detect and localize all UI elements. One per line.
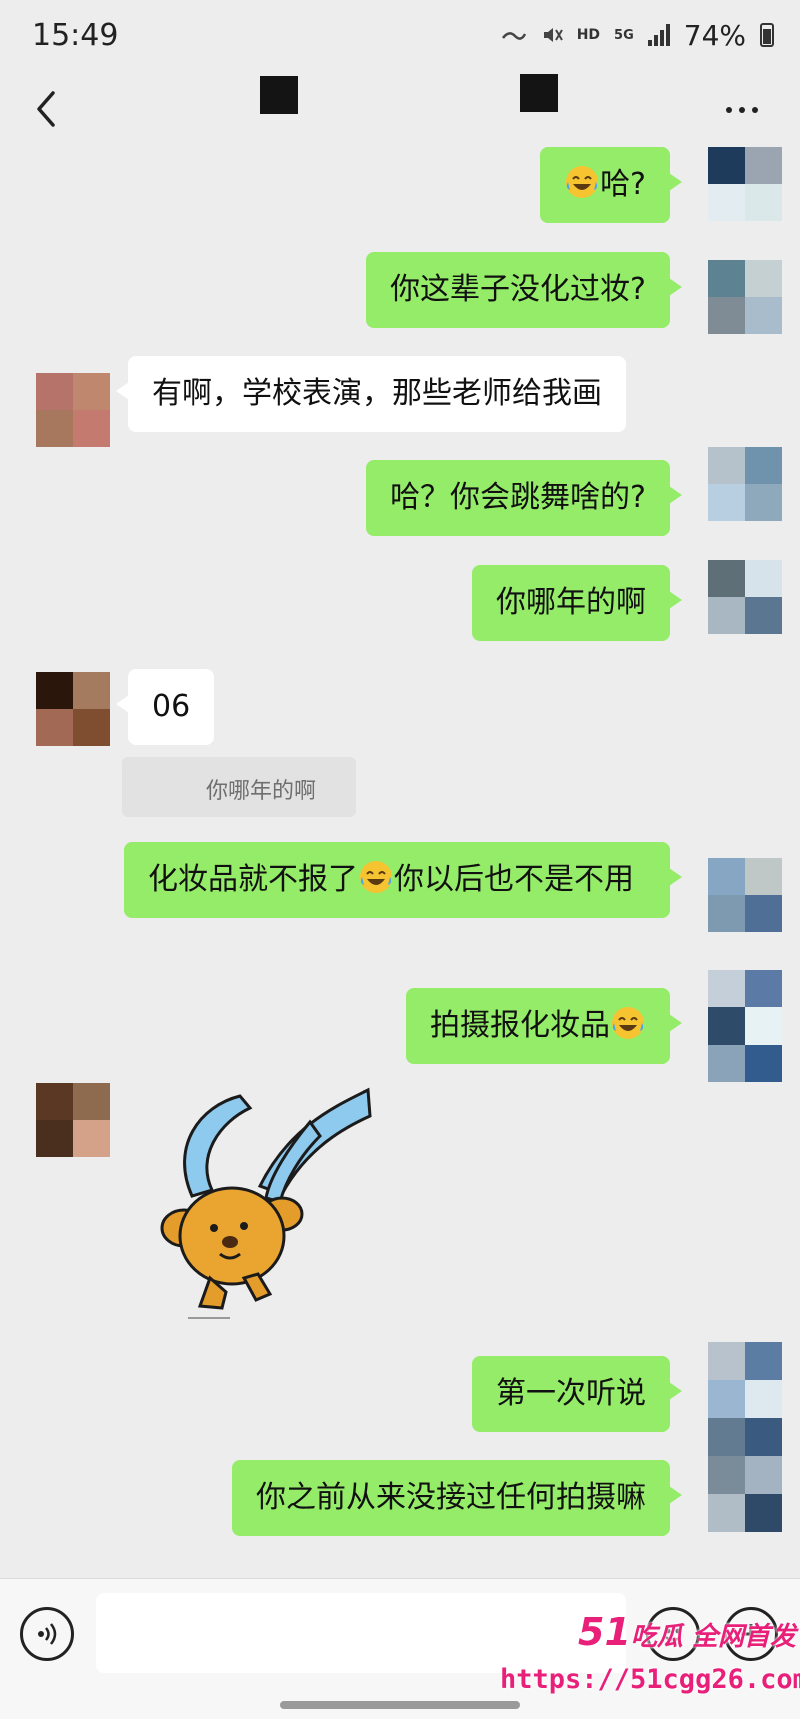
message-bubble-sent[interactable]: 你之前从来没接过任何拍摄嘛	[232, 1460, 682, 1536]
laugh-cry-emoji-icon	[612, 1007, 644, 1039]
my-avatar[interactable]	[708, 1342, 782, 1532]
message-text: 你哪年的啊	[496, 585, 646, 620]
voice-icon	[38, 1623, 57, 1645]
message-text-part: 你以后也不是不用	[394, 862, 634, 897]
redacted-title-block	[520, 74, 558, 112]
message-bubble-sent[interactable]: 你这辈子没化过妆?	[366, 252, 682, 328]
message-bubble-received[interactable]: 06	[115, 669, 215, 745]
my-avatar[interactable]	[708, 147, 782, 221]
contact-avatar[interactable]	[36, 672, 110, 746]
quoted-reply[interactable]: 你哪年的啊	[122, 757, 356, 817]
message-text: 哈?	[600, 167, 646, 202]
message-text: 拍摄报化妆品	[430, 1008, 610, 1043]
message-bubble-sent[interactable]: 拍摄报化妆品	[406, 988, 682, 1064]
redacted-title-block	[260, 76, 298, 114]
message-text: 你之前从来没接过任何拍摄嘛	[256, 1480, 646, 1515]
network-label: 5G	[614, 27, 634, 43]
message-text: 哈？你会跳舞啥的?	[390, 480, 646, 515]
more-dot-icon	[752, 107, 758, 113]
more-options-button[interactable]	[720, 90, 764, 130]
mute-icon	[543, 28, 563, 42]
watermark-url: https://51cgg26.com	[500, 1664, 800, 1695]
home-indicator[interactable]	[280, 1701, 520, 1709]
my-avatar[interactable]	[708, 970, 782, 1082]
dog-sticker[interactable]	[140, 1086, 380, 1326]
message-input[interactable]	[96, 1593, 626, 1673]
message-text-part: 化妆品就不报了	[148, 862, 358, 897]
laugh-cry-emoji-icon	[566, 166, 599, 198]
message-text: 你这辈子没化过妆?	[390, 272, 646, 307]
chevron-left-icon	[37, 91, 55, 127]
message-bubble-sent[interactable]: 你哪年的啊	[472, 565, 682, 641]
message-text: 第一次听说	[496, 1376, 646, 1411]
message-bubble-sent[interactable]: 第一次听说	[472, 1356, 682, 1432]
message-text: 有啊，学校表演，那些老师给我画	[152, 376, 602, 411]
message-bubble-sent[interactable]: 哈？你会跳舞啥的?	[366, 460, 682, 536]
battery-icon	[760, 23, 774, 47]
laugh-cry-emoji-icon	[360, 861, 392, 893]
status-bar: 15:49 HD 5G 74%	[0, 0, 800, 70]
my-avatar[interactable]	[708, 447, 782, 521]
status-icons: HD 5G 74%	[501, 18, 774, 52]
contact-avatar[interactable]	[36, 1083, 110, 1157]
hd-label: HD	[576, 27, 601, 43]
voice-input-button[interactable]	[20, 1607, 74, 1661]
watermark-brand: 51吃瓜 全网首发	[578, 1610, 796, 1654]
more-dot-icon	[726, 107, 732, 113]
message-text: 06	[152, 689, 191, 724]
message-bubble-received[interactable]: 有啊，学校表演，那些老师给我画	[116, 356, 626, 432]
quoted-text: 你哪年的啊	[206, 779, 317, 804]
link-icon	[501, 32, 526, 40]
my-avatar[interactable]	[708, 560, 782, 634]
more-dot-icon	[739, 107, 745, 113]
my-avatar[interactable]	[708, 858, 782, 932]
battery-percent: 74%	[683, 18, 746, 52]
status-time: 15:49	[32, 18, 119, 53]
back-button[interactable]	[26, 84, 66, 134]
contact-avatar[interactable]	[36, 373, 110, 447]
my-avatar[interactable]	[708, 260, 782, 334]
message-bubble-sent[interactable]: 哈?	[540, 147, 682, 223]
chat-header	[0, 70, 800, 150]
signal-icon	[647, 24, 670, 46]
message-bubble-sent[interactable]: 化妆品就不报了 你以后也不是不用	[124, 842, 682, 918]
